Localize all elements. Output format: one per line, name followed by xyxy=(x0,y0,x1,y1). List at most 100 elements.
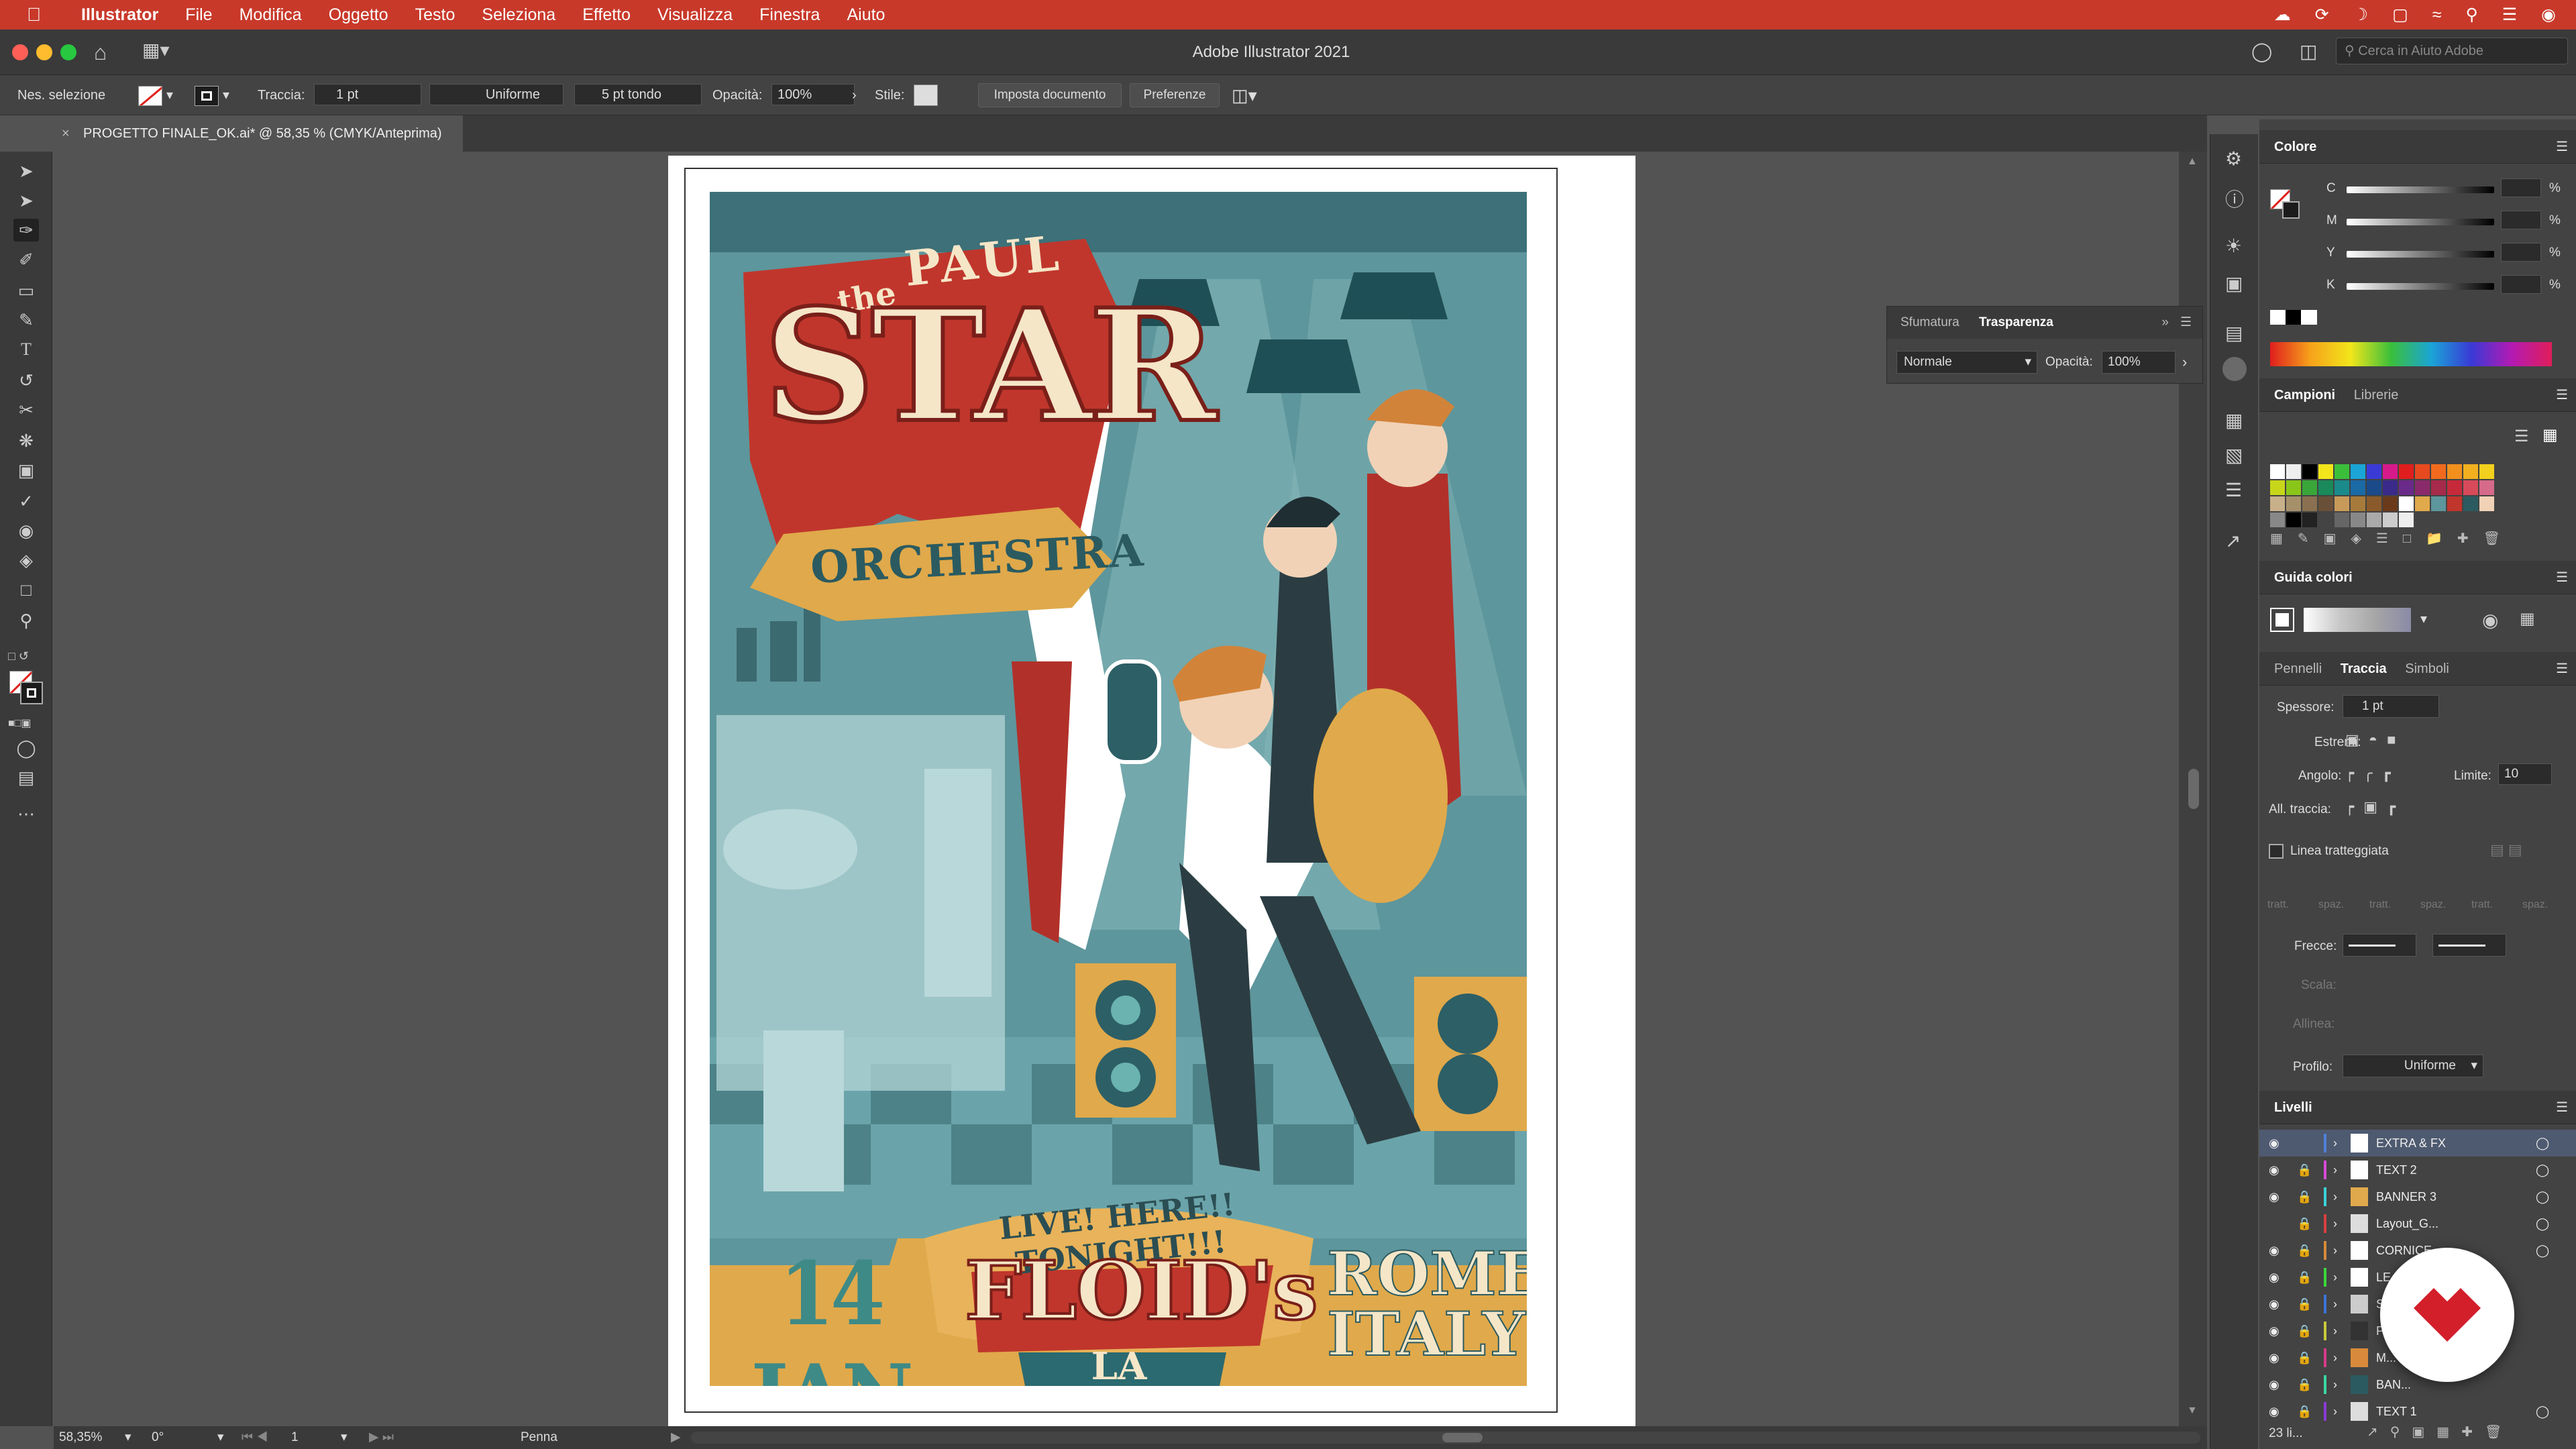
align-stroke-buttons[interactable]: ┍▣┏ xyxy=(2345,798,2405,816)
tab-simboli[interactable]: Simboli xyxy=(2405,661,2449,676)
brush-dropdown[interactable]: 5 pt tondo xyxy=(574,84,702,105)
panel-menu-icon[interactable]: ☰ xyxy=(2556,1091,2568,1124)
limit-field[interactable]: 10 xyxy=(2498,763,2552,785)
tab-campioni[interactable]: Campioni xyxy=(2274,388,2335,402)
dash-field-1[interactable]: tratt. xyxy=(2267,899,2289,911)
artboard-dropdown-icon[interactable]: ▾ xyxy=(341,1426,347,1449)
properties-icon[interactable]: ⚙ xyxy=(2225,148,2242,170)
channel-c-field[interactable] xyxy=(2501,178,2541,197)
profile-dropdown-panel[interactable]: Uniforme ▾ xyxy=(2343,1055,2483,1077)
rotation-dropdown-icon[interactable]: ▾ xyxy=(217,1426,224,1449)
swatch-grid[interactable] xyxy=(2270,464,2565,527)
lock-icon[interactable]: 🔒 xyxy=(2297,1398,2312,1425)
panel-menu-icon[interactable]: ☰ xyxy=(2556,561,2568,594)
expand-arrow-icon[interactable]: › xyxy=(2333,1130,2337,1157)
layers-stack-icon[interactable]: ☰ xyxy=(2225,479,2242,501)
type-tool-icon[interactable]: T xyxy=(13,338,39,361)
eye-icon[interactable]: ◉ xyxy=(2269,1344,2279,1371)
arrow-end-dropdown[interactable] xyxy=(2432,934,2506,957)
eye-icon[interactable]: ◉ xyxy=(2269,1371,2279,1398)
eye-icon[interactable]: ◉ xyxy=(2269,1130,2279,1157)
scroll-up-icon[interactable]: ▲ xyxy=(2187,156,2198,168)
export-icon[interactable]: ↗ xyxy=(2225,530,2241,552)
tab-sfumatura[interactable]: Sfumatura xyxy=(1900,315,1960,329)
transparency-panel-icon[interactable] xyxy=(2222,357,2247,381)
direct-selection-tool-icon[interactable]: ➤ xyxy=(13,189,39,212)
shape-builder-tool-icon[interactable]: ◈ xyxy=(13,549,39,572)
panel-menu-icon[interactable]: ☰ xyxy=(2556,378,2568,412)
eye-icon[interactable]: ◉ xyxy=(2269,1264,2279,1291)
eye-icon[interactable]: ◉ xyxy=(2269,1157,2279,1183)
artboard-nav-prev-icon[interactable]: ⏮ ◀ xyxy=(241,1426,268,1449)
eye-icon[interactable]: ◉ xyxy=(2269,1237,2279,1264)
expand-arrow-icon[interactable]: › xyxy=(2333,1264,2337,1291)
menu-oggetto[interactable]: Oggetto xyxy=(329,5,388,25)
opacity-expand-icon[interactable]: › xyxy=(852,85,857,106)
channel-k-slider[interactable] xyxy=(2347,283,2494,290)
none-white-black-swatches[interactable] xyxy=(2270,310,2317,325)
info-icon[interactable]: ⓘ xyxy=(2225,185,2244,212)
expand-arrow-icon[interactable]: › xyxy=(2333,1371,2337,1398)
document-setup-button[interactable]: Imposta documento xyxy=(978,83,1122,107)
channel-y-slider[interactable] xyxy=(2347,251,2494,258)
menu-modifica[interactable]: Modifica xyxy=(239,5,302,25)
scroll-down-icon[interactable]: ▼ xyxy=(2187,1405,2198,1417)
layer-row[interactable]: 🔒 › Layout_G... ◯ xyxy=(2259,1210,2576,1237)
layer-row[interactable]: ◉ 🔒 › BANNER 3 ◯ xyxy=(2259,1183,2576,1210)
expand-arrow-icon[interactable]: › xyxy=(2333,1183,2337,1210)
target-icon[interactable]: ◯ xyxy=(2536,1157,2549,1183)
arrow-start-dropdown[interactable] xyxy=(2343,934,2416,957)
horizontal-scrollbar[interactable] xyxy=(691,1432,2200,1444)
color-mode-icons[interactable]: ■□▣ xyxy=(8,716,31,730)
dash-field-3[interactable]: tratt. xyxy=(2369,899,2391,911)
layer-name[interactable]: TEXT 2 xyxy=(2376,1157,2417,1183)
panel-menu-icon[interactable]: ☰ xyxy=(2556,652,2568,686)
expand-arrow-icon[interactable]: › xyxy=(2333,1157,2337,1183)
expand-arrow-icon[interactable]: › xyxy=(2333,1210,2337,1237)
layer-name[interactable]: BANNER 3 xyxy=(2376,1183,2436,1210)
dash-field-5[interactable]: tratt. xyxy=(2471,899,2493,911)
expand-arrow-icon[interactable]: › xyxy=(2333,1318,2337,1344)
scissors-tool-icon[interactable]: ✂ xyxy=(13,398,39,421)
dash-field-4[interactable]: spaz. xyxy=(2420,899,2446,911)
appearance-icon[interactable]: ☀ xyxy=(2225,235,2242,257)
lock-icon[interactable]: 🔒 xyxy=(2297,1183,2312,1210)
weight-field[interactable]: 1 pt xyxy=(2343,695,2439,718)
wifi-icon[interactable]: ≈ xyxy=(2432,5,2442,25)
apple-icon[interactable]:  xyxy=(27,4,41,25)
dash-field-2[interactable]: spaz. xyxy=(2318,899,2344,911)
pathfinder-icon[interactable]: ▧ xyxy=(2225,444,2243,466)
channel-k-field[interactable] xyxy=(2501,275,2541,294)
layer-name[interactable]: EXTRA & FX xyxy=(2376,1130,2446,1157)
layer-row[interactable]: ◉ 🔒 › TEXT 1 ◯ xyxy=(2259,1398,2576,1425)
default-colors-icon[interactable]: □ ↺ xyxy=(8,649,29,663)
corner-buttons[interactable]: ┍╭┏ xyxy=(2345,765,2400,782)
blend-tool-icon[interactable]: ◉ xyxy=(13,519,39,542)
layer-name[interactable]: TEXT 1 xyxy=(2376,1398,2417,1425)
share-icon[interactable]: ◯ xyxy=(2251,40,2272,62)
channel-c-slider[interactable] xyxy=(2347,186,2494,193)
siri-icon[interactable]: ◉ xyxy=(2541,5,2556,25)
artboard-tool-icon[interactable]: □ xyxy=(13,578,39,601)
list-view-icon[interactable]: ☰ xyxy=(2514,427,2529,446)
menu-aiuto[interactable]: Aiuto xyxy=(847,5,885,25)
blend-mode-dropdown[interactable]: Normale ▾ xyxy=(1896,351,2037,374)
align-icon[interactable]: ▦ xyxy=(2225,409,2243,431)
panel-menu-icon[interactable]: ☰ xyxy=(2180,307,2192,339)
layer-row[interactable]: ◉ › EXTRA & FX ◯ xyxy=(2259,1130,2576,1157)
opacity-field[interactable]: 100% xyxy=(771,84,855,105)
rotation-field[interactable]: 0° xyxy=(152,1428,219,1447)
expand-arrow-icon[interactable]: › xyxy=(2333,1291,2337,1318)
paintbrush-tool-icon[interactable]: ✎ xyxy=(13,309,39,331)
collapse-panel-icon[interactable]: » xyxy=(2161,307,2169,339)
dash-field-6[interactable]: spaz. xyxy=(2522,899,2548,911)
gradient-panel-icon[interactable]: ▤ xyxy=(2225,322,2243,344)
control-center-icon[interactable]: ☰ xyxy=(2502,5,2517,25)
menu-seleziona[interactable]: Seleziona xyxy=(482,5,555,25)
moon-icon[interactable]: ☽ xyxy=(2353,5,2368,25)
poster-artwork[interactable]: the PAUL STAR ORCHESTRA LIVE! HERE!! TON… xyxy=(710,192,1527,1386)
screen-mode-icon[interactable]: ▤ xyxy=(13,766,39,789)
target-icon[interactable]: ◯ xyxy=(2536,1237,2549,1264)
fill-swatch[interactable] xyxy=(138,86,162,106)
menu-effetto[interactable]: Effetto xyxy=(582,5,631,25)
